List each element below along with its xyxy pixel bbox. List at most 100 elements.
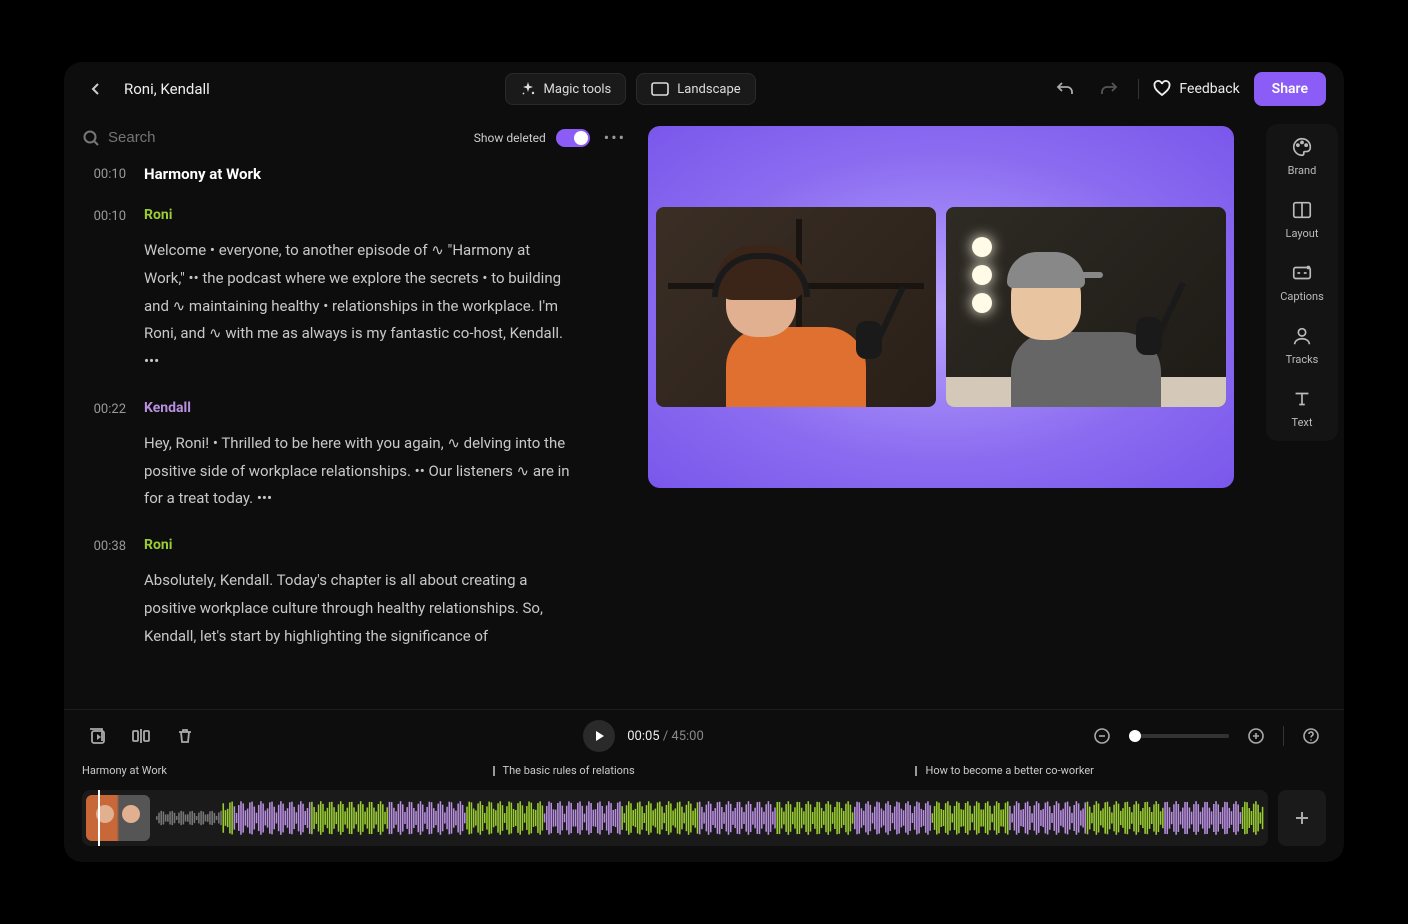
transcript-text[interactable]: Absolutely, Kendall. Today's chapter is … xyxy=(144,567,574,650)
timestamp: 00:10 xyxy=(82,207,126,376)
transcript-text[interactable]: Hey, Roni! • Thrilled to be here with yo… xyxy=(144,430,574,513)
chapter-marker[interactable]: How to become a better co-worker xyxy=(915,764,1093,777)
playback-time: 00:05 / 45:00 xyxy=(627,729,704,744)
heart-icon xyxy=(1153,80,1171,98)
sidebar-label: Captions xyxy=(1280,290,1324,303)
divider xyxy=(1138,79,1139,99)
landscape-button[interactable]: Landscape xyxy=(636,73,755,105)
add-track-button[interactable] xyxy=(1278,790,1326,846)
project-title: Roni, Kendall xyxy=(124,80,210,98)
right-sidebar: Brand Layout Captions Tracks Text xyxy=(1266,124,1338,441)
transcript-content: Roni Welcome • everyone, to another episo… xyxy=(144,207,630,376)
layout-icon xyxy=(1291,199,1313,221)
magic-tools-label: Magic tools xyxy=(544,82,612,97)
sidebar-item-captions[interactable]: Captions xyxy=(1280,262,1324,303)
chapter-markers: Harmony at Work The basic rules of relati… xyxy=(82,764,1326,782)
transcript-pane: Show deleted ••• 00:10Harmony at Work00:… xyxy=(64,116,648,709)
divider xyxy=(1283,726,1284,746)
zoom-in-button[interactable] xyxy=(1241,721,1271,751)
help-icon xyxy=(1302,727,1320,745)
zoom-out-button[interactable] xyxy=(1087,721,1117,751)
delete-button[interactable] xyxy=(170,721,200,751)
transcript-content: Kendall Hey, Roni! • Thrilled to be here … xyxy=(144,400,630,513)
sidebar-label: Tracks xyxy=(1286,353,1319,366)
text-icon xyxy=(1291,388,1313,410)
sidebar-item-layout[interactable]: Layout xyxy=(1286,199,1319,240)
undo-icon xyxy=(1056,80,1074,98)
transcript-block[interactable]: 00:38 Roni Absolutely, Kendall. Today's ch… xyxy=(82,537,630,650)
sidebar-item-text[interactable]: Text xyxy=(1291,388,1313,429)
landscape-icon xyxy=(651,82,669,96)
undo-button[interactable] xyxy=(1050,74,1080,104)
split-button[interactable] xyxy=(126,721,156,751)
timeline-left-tools xyxy=(82,721,200,751)
magic-tools-button[interactable]: Magic tools xyxy=(505,73,627,105)
share-button[interactable]: Share xyxy=(1254,72,1326,106)
track-clip[interactable] xyxy=(82,790,1268,846)
playback-controls: 00:05 / 45:00 xyxy=(214,720,1073,752)
tracks-row xyxy=(82,790,1326,846)
top-center: Magic tools Landscape xyxy=(224,73,1037,105)
video-preview[interactable] xyxy=(648,126,1234,488)
person-icon xyxy=(1291,325,1313,347)
timeline-right-tools xyxy=(1087,721,1326,751)
transcript-content: Harmony at Work xyxy=(144,165,630,183)
sidebar-item-tracks[interactable]: Tracks xyxy=(1286,325,1319,366)
sidebar-item-brand[interactable]: Brand xyxy=(1288,136,1317,177)
top-bar: Roni, Kendall Magic tools Landscape Feed… xyxy=(64,62,1344,116)
more-menu[interactable]: ••• xyxy=(600,128,630,147)
transcript-block[interactable]: 00:10 Harmony at Work xyxy=(82,165,630,183)
speaker-name: Roni xyxy=(144,537,630,553)
show-deleted-control: Show deleted xyxy=(474,129,590,147)
zoom-slider[interactable] xyxy=(1129,734,1229,738)
timeline-controls: 00:05 / 45:00 xyxy=(82,720,1326,752)
transcript-list[interactable]: 00:10 Harmony at Work 00:10 Roni Welcome • e… xyxy=(82,165,630,709)
transcript-block[interactable]: 00:10 Roni Welcome • everyone, to another … xyxy=(82,207,630,376)
plus-icon xyxy=(1293,809,1311,827)
speaker-name: Roni xyxy=(144,207,630,223)
chapter-marker[interactable]: Harmony at Work xyxy=(82,764,167,777)
video-frame-left xyxy=(656,207,936,407)
timestamp: 00:22 xyxy=(82,400,126,513)
transcript-block[interactable]: 00:22 Kendall Hey, Roni! • Thrilled to be … xyxy=(82,400,630,513)
search-input[interactable] xyxy=(108,129,307,146)
feedback-button[interactable]: Feedback xyxy=(1153,80,1239,98)
share-label: Share xyxy=(1272,81,1308,97)
palette-icon xyxy=(1291,136,1313,158)
show-deleted-toggle[interactable] xyxy=(556,129,590,147)
chapter-marker[interactable]: The basic rules of relations xyxy=(493,764,635,777)
total-time: 45:00 xyxy=(671,729,703,744)
timestamp: 00:38 xyxy=(82,537,126,650)
clip-thumbnail xyxy=(86,795,150,841)
timestamp: 00:10 xyxy=(82,165,126,183)
plus-circle-icon xyxy=(1247,727,1265,745)
redo-icon xyxy=(1100,80,1118,98)
timeline: 00:05 / 45:00 Harmony at Work The basic r… xyxy=(64,709,1344,862)
show-deleted-label: Show deleted xyxy=(474,131,546,145)
speaker-name: Kendall xyxy=(144,400,630,416)
main-area: Show deleted ••• 00:10Harmony at Work00:… xyxy=(64,116,1344,709)
help-button[interactable] xyxy=(1296,721,1326,751)
back-button[interactable] xyxy=(82,75,110,103)
sidebar-label: Brand xyxy=(1288,164,1317,177)
chapter-title: Harmony at Work xyxy=(144,165,630,183)
split-icon xyxy=(131,726,151,746)
clip-tool-button[interactable] xyxy=(82,721,112,751)
chevron-left-icon xyxy=(88,81,104,97)
search-field[interactable] xyxy=(82,129,464,147)
waveform xyxy=(156,798,1264,838)
transcript-text[interactable]: Welcome • everyone, to another episode o… xyxy=(144,237,574,376)
sidebar-label: Layout xyxy=(1286,227,1319,240)
search-icon xyxy=(82,129,100,147)
feedback-label: Feedback xyxy=(1179,81,1239,97)
app-window: Roni, Kendall Magic tools Landscape Feed… xyxy=(64,62,1344,862)
playhead[interactable] xyxy=(98,790,100,846)
clip-stack-icon xyxy=(87,726,107,746)
play-button[interactable] xyxy=(583,720,615,752)
redo-button[interactable] xyxy=(1094,74,1124,104)
sparkle-icon xyxy=(520,81,536,97)
current-time: 00:05 xyxy=(627,729,659,744)
transcript-content: Roni Absolutely, Kendall. Today's chapter… xyxy=(144,537,630,650)
minus-circle-icon xyxy=(1093,727,1111,745)
video-frame-right xyxy=(946,207,1226,407)
